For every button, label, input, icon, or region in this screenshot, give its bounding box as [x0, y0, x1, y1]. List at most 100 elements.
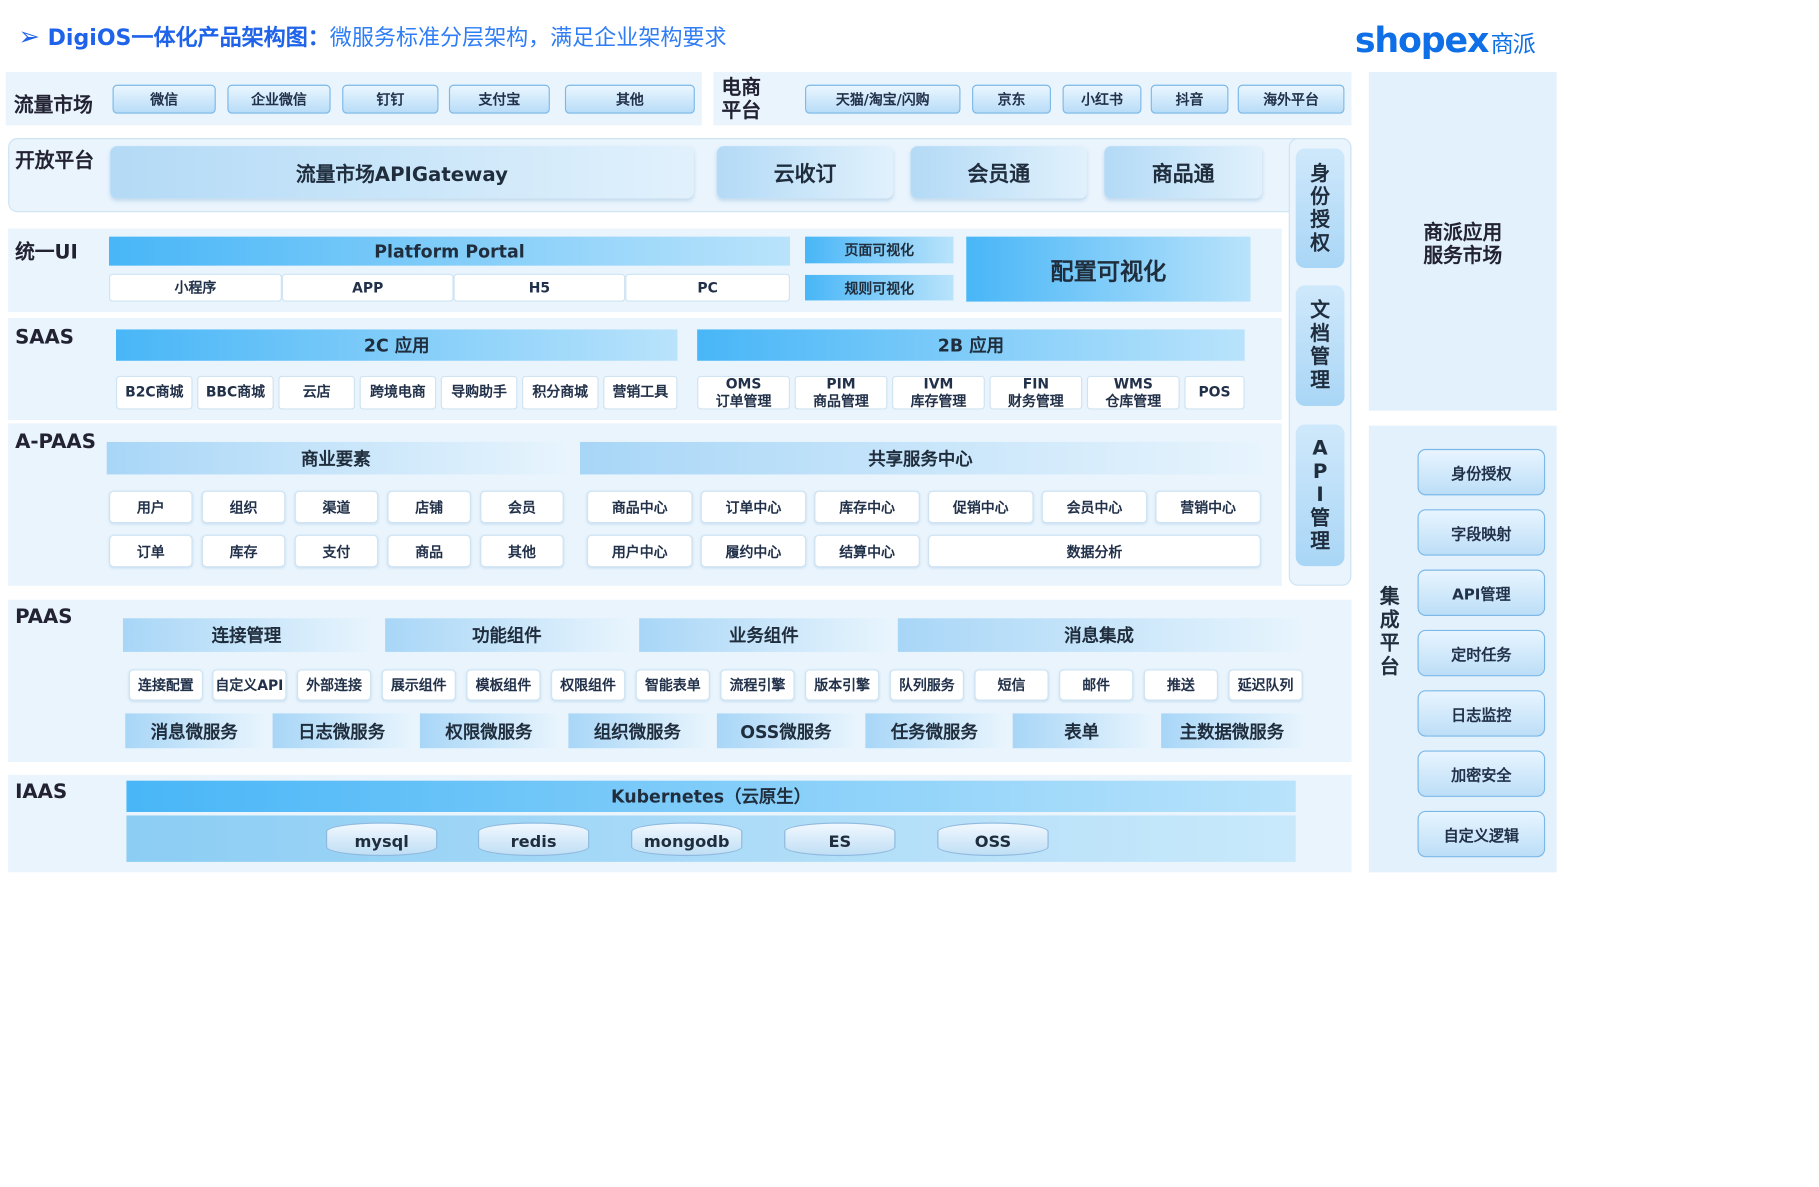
paas-item: 智能表单 [635, 669, 710, 701]
page-title: ➢ DigiOS一体化产品架构图：微服务标准分层架构，满足企业架构要求 [19, 21, 1063, 56]
biz-item: 会员 [480, 490, 564, 524]
rule-vis-bar: 规则可视化 [805, 274, 954, 301]
paas-item: 外部连接 [296, 669, 372, 701]
vertical-char: 授 [1310, 208, 1330, 232]
title-main: DigiOS一体化产品架构图： [47, 25, 330, 52]
ecom-item: 京东 [972, 84, 1051, 114]
open-item: 商品通 [1104, 146, 1263, 199]
vertical-char: 份 [1310, 185, 1330, 209]
biz-item: 组织 [201, 490, 286, 524]
portal-item: PC [625, 273, 790, 302]
logo-cn: 商派 [1490, 30, 1536, 58]
paas-item: 推送 [1143, 669, 1218, 701]
vertical-char: 文 [1310, 299, 1330, 323]
paas-group: 连接管理 [122, 618, 371, 652]
paas-service: 消息微服务 [125, 713, 264, 749]
apaas-label: A-PAAS [15, 430, 96, 454]
vertical-char: 档 [1310, 322, 1330, 346]
portal-bar: Platform Portal [109, 236, 790, 266]
shared-item: 订单中心 [700, 490, 807, 524]
db-cylinder: ES [784, 822, 896, 857]
ecom-item: 小红书 [1062, 84, 1142, 114]
c2-item: 营销工具 [603, 375, 678, 410]
biz-item: 库存 [201, 534, 286, 568]
iaas-label: IAAS [15, 780, 68, 804]
shopex-logo: shopex 商派 [1355, 21, 1564, 63]
integration-item: 字段映射 [1417, 509, 1546, 556]
api-vbox: API管理 [1295, 424, 1345, 567]
shared-bar: 共享服务中心 [580, 441, 1261, 475]
vertical-char: 集 [1379, 585, 1400, 609]
open-item: 云收订 [716, 146, 894, 199]
shared-item: 库存中心 [814, 490, 920, 524]
vertical-char: 台 [1379, 655, 1400, 679]
gateway-box: 流量市场APIGateway [110, 146, 694, 199]
shared-item: 数据分析 [928, 534, 1261, 568]
page-vis-bar: 页面可视化 [805, 236, 954, 264]
market-title: 商派应用 服务市场 [1423, 221, 1503, 268]
portal-item: 小程序 [109, 273, 282, 302]
saas-label: SAAS [15, 325, 75, 350]
vertical-char: 管 [1310, 345, 1330, 369]
vertical-char: A [1312, 437, 1328, 461]
traffic-item: 微信 [112, 84, 216, 114]
b2-bar: 2B 应用 [697, 329, 1245, 361]
chevron-right-icon: ➢ [18, 23, 40, 53]
paas-service: 任务微服务 [865, 713, 1004, 749]
integration-item: 自定义逻辑 [1417, 810, 1546, 858]
shared-item: 商品中心 [586, 490, 693, 524]
shared-item: 履约中心 [700, 534, 807, 568]
open-item: 会员通 [910, 146, 1087, 199]
integration-item: 加密安全 [1417, 750, 1546, 797]
paas-service: 权限微服务 [419, 713, 558, 749]
shared-item: 会员中心 [1041, 490, 1148, 524]
paas-item: 模板组件 [466, 669, 541, 701]
shared-item: 用户中心 [586, 534, 693, 568]
vertical-char: P [1312, 460, 1328, 484]
paas-item: 自定义API [212, 669, 287, 701]
integration-label: 集成平台 [1369, 574, 1411, 690]
c2-item: 积分商城 [522, 375, 599, 410]
b2-item: OMS 订单管理 [697, 375, 790, 410]
c2-item: 跨境电商 [359, 375, 437, 410]
paas-item: 权限组件 [551, 669, 626, 701]
paas-item: 版本引擎 [805, 669, 880, 701]
ecom-item: 抖音 [1150, 84, 1229, 114]
biz-item: 用户 [109, 490, 193, 524]
paas-item: 延迟队列 [1228, 669, 1303, 701]
biz-item: 渠道 [294, 490, 379, 524]
paas-item: 邮件 [1059, 669, 1134, 701]
db-cylinder: mysql [325, 822, 438, 857]
logo-text: shopex [1354, 20, 1490, 62]
paas-service: OSS微服务 [716, 713, 855, 749]
biz-item: 订单 [109, 534, 193, 568]
shared-item: 营销中心 [1155, 490, 1261, 524]
paas-group: 消息集成 [897, 618, 1301, 652]
traffic-item: 支付宝 [448, 84, 550, 114]
paas-service: 组织微服务 [568, 713, 707, 749]
title-sub: 微服务标准分层架构，满足企业架构要求 [329, 25, 727, 52]
db-cylinder: OSS [937, 822, 1049, 857]
b2-item: FIN 财务管理 [989, 375, 1083, 410]
k8s-bar: Kubernetes（云原生） [126, 780, 1296, 812]
c2-item: B2C商城 [116, 375, 193, 410]
db-cylinder: redis [477, 822, 590, 857]
paas-label: PAAS [15, 605, 73, 629]
paas-item: 展示组件 [381, 669, 456, 701]
paas-service: 主数据微服务 [1161, 713, 1303, 749]
vertical-char: 理 [1310, 530, 1330, 554]
traffic-item: 钉钉 [342, 84, 439, 114]
open-label: 开放平台 [15, 149, 94, 173]
biz-item: 支付 [294, 534, 379, 568]
db-cylinder: mongodb [631, 822, 743, 857]
paas-group: 业务组件 [639, 618, 889, 652]
shared-item: 促销中心 [928, 490, 1034, 524]
paas-item: 队列服务 [889, 669, 964, 701]
vertical-char: 平 [1379, 632, 1400, 656]
b2-item: IVM 库存管理 [892, 375, 985, 410]
c2-item: BBC商城 [197, 375, 274, 410]
biz-item: 店铺 [387, 490, 471, 524]
c2-item: 云店 [278, 375, 355, 410]
c2-item: 导购助手 [440, 375, 518, 410]
integration-item: 定时任务 [1417, 629, 1546, 677]
